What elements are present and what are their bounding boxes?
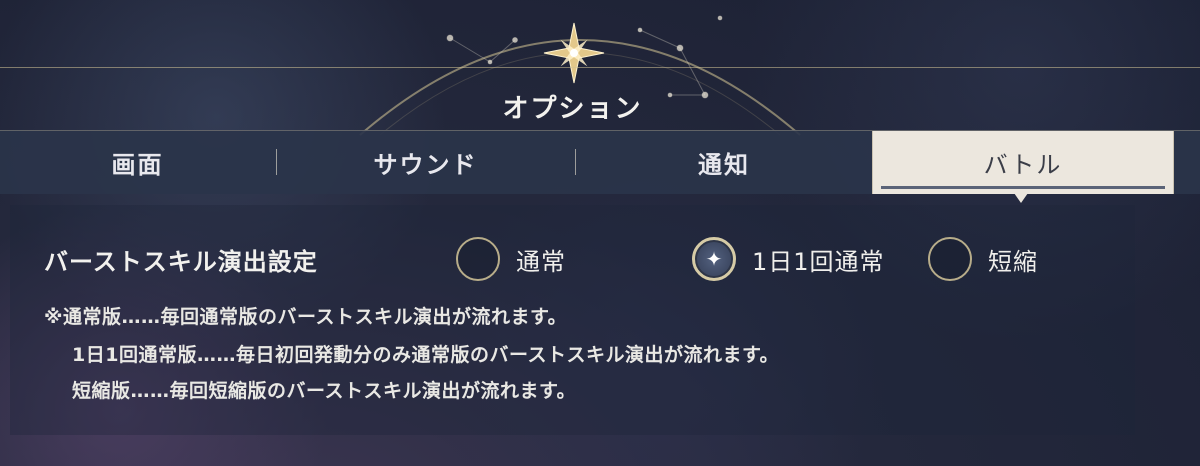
radio-label: 通常 <box>516 247 566 276</box>
active-tab-pointer <box>1014 193 1028 203</box>
tab-battle[interactable]: バトル <box>872 131 1174 194</box>
tab-sound[interactable]: サウンド <box>277 131 574 194</box>
tab-label: 画面 <box>111 151 164 179</box>
compass-star-icon <box>543 22 605 84</box>
note-once-daily: 1日1回通常版……毎日初回発動分のみ通常版のバーストスキル演出が流れます。 <box>72 344 780 366</box>
tab-label: サウンド <box>373 151 478 179</box>
radio-button-selected[interactable]: ✦ <box>692 237 736 281</box>
tab-display[interactable]: 画面 <box>0 131 275 194</box>
radio-button[interactable] <box>456 237 500 281</box>
page-title: オプション <box>502 94 643 124</box>
tab-bar: 画面 サウンド 通知 バトル <box>0 130 1200 194</box>
tab-notification[interactable]: 通知 <box>576 131 872 194</box>
active-tab-underline <box>881 186 1165 189</box>
radio-label: 短縮 <box>988 247 1038 276</box>
note-short: 短縮版……毎回短縮版のバーストスキル演出が流れます。 <box>72 380 577 402</box>
radio-option-once-daily[interactable]: ✦ 1日1回通常 <box>692 234 885 284</box>
radio-label: 1日1回通常 <box>752 247 885 276</box>
radio-option-short[interactable]: 短縮 <box>928 234 1038 284</box>
tab-label: バトル <box>983 151 1063 179</box>
burst-skill-setting-label: バーストスキル演出設定 <box>44 248 318 276</box>
tab-label: 通知 <box>698 151 750 179</box>
sparkle-icon: ✦ <box>705 247 723 271</box>
note-normal: ※通常版……毎回通常版のバーストスキル演出が流れます。 <box>44 306 568 328</box>
radio-button[interactable] <box>928 237 972 281</box>
radio-option-normal[interactable]: 通常 <box>456 234 566 284</box>
header-divider <box>0 67 1200 68</box>
